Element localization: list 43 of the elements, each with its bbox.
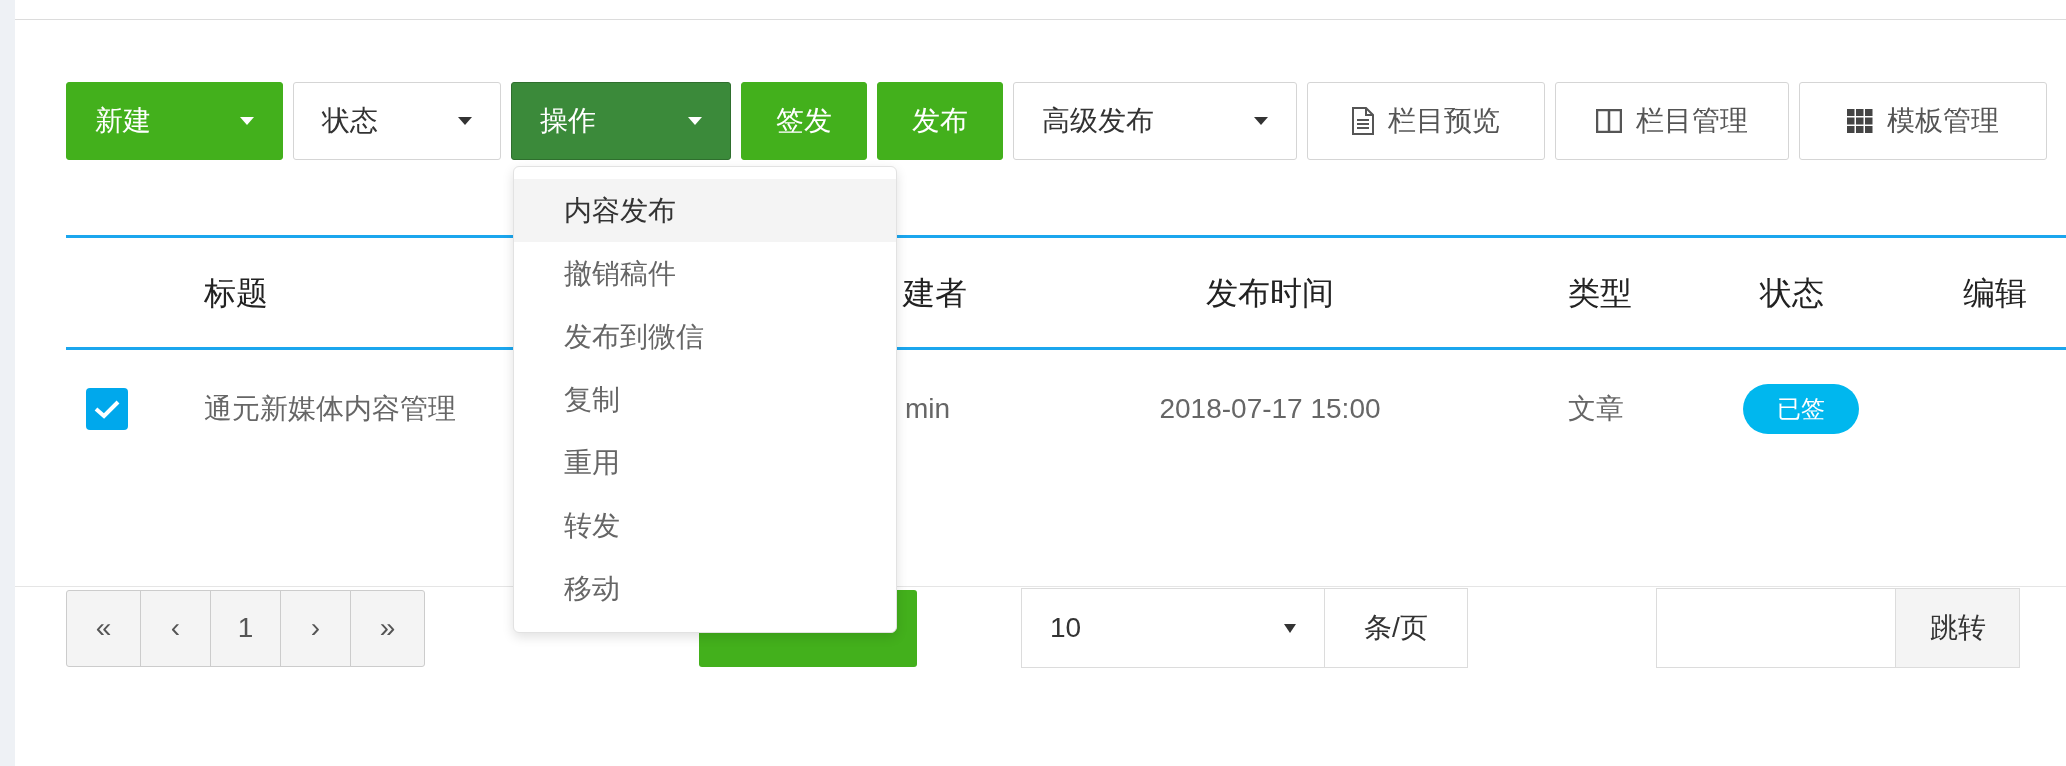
menu-item[interactable]: 内容发布 [514, 179, 896, 242]
toolbar-button[interactable]: 栏目管理 [1555, 82, 1789, 160]
status-badge: 已签 [1743, 384, 1859, 434]
columns-icon [1596, 109, 1622, 133]
dropdown-button[interactable]: 操作 [511, 82, 731, 160]
type-cell: 文章 [1568, 393, 1624, 424]
page-button[interactable]: ‹ [140, 589, 211, 667]
menu-item[interactable]: 发布到微信 [514, 305, 896, 368]
page-button[interactable]: « [66, 589, 141, 667]
menu-item[interactable]: 移动 [514, 557, 896, 620]
toolbar-button[interactable]: 栏目预览 [1307, 82, 1545, 160]
toolbar-button[interactable]: 模板管理 [1799, 82, 2047, 160]
check-icon [94, 399, 120, 419]
dropdown-button[interactable]: 高级发布 [1013, 82, 1297, 160]
page-button[interactable]: » [350, 589, 425, 667]
caret-icon [240, 117, 254, 125]
document-icon [1352, 107, 1374, 135]
caret-icon [1284, 623, 1296, 633]
jump-input[interactable] [1656, 588, 1896, 668]
page-button[interactable]: › [280, 589, 351, 667]
title-cell: 通元新媒体内容管理 [204, 393, 456, 424]
menu-item[interactable]: 转发 [514, 494, 896, 557]
menu-item[interactable]: 重用 [514, 431, 896, 494]
column-header: 标题 [204, 273, 268, 313]
column-header: 编辑 [1963, 273, 2027, 313]
caret-icon [688, 117, 702, 125]
column-header: 发布时间 [1206, 273, 1334, 313]
column-header: 类型 [1568, 273, 1632, 313]
page-size-unit: 条/页 [1324, 588, 1468, 668]
row-checkbox[interactable] [86, 388, 128, 430]
page-button[interactable]: 1 [210, 589, 281, 667]
caret-icon [1254, 117, 1268, 125]
menu-item[interactable]: 撤销稿件 [514, 242, 896, 305]
time-cell-text: 2018-07-17 15:00 [1159, 392, 1381, 426]
dropdown-button[interactable]: 状态 [293, 82, 501, 160]
creator-cell: min [905, 393, 951, 424]
jump-button[interactable]: 跳转 [1895, 588, 2020, 668]
column-header: 建者 [903, 273, 967, 313]
grid-icon [1847, 109, 1873, 133]
caret-icon [458, 117, 472, 125]
column-header: 状态 [1760, 273, 1824, 313]
menu-item[interactable]: 复制 [514, 368, 896, 431]
page-size-select[interactable]: 10 [1021, 588, 1325, 668]
